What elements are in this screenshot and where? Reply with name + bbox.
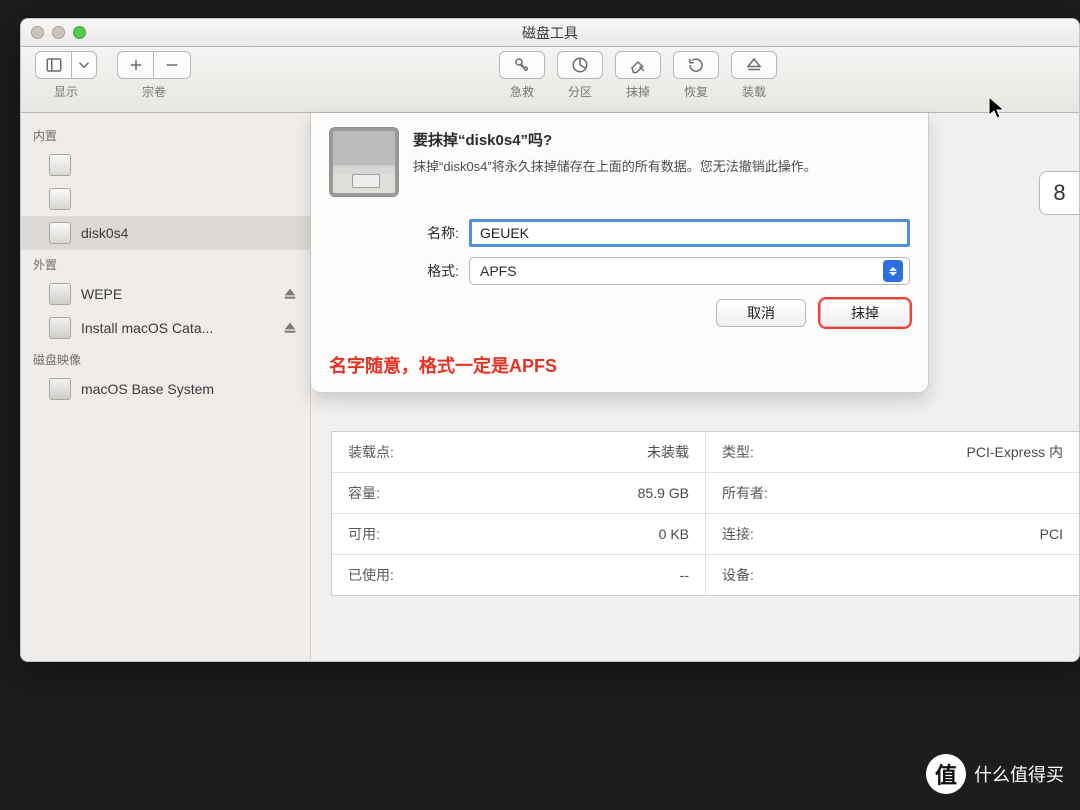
name-input[interactable] bbox=[469, 219, 910, 247]
watermark: 值 什么值得买 bbox=[926, 754, 1064, 794]
sidebar-item-internal-0[interactable] bbox=[21, 148, 310, 182]
chevron-down-icon[interactable] bbox=[72, 52, 96, 78]
minimize-window-button[interactable] bbox=[52, 26, 65, 39]
section-external: 外置 bbox=[21, 250, 310, 277]
detail-key: 装载点: bbox=[348, 442, 394, 462]
sidebar-item-wepe[interactable]: WEPE bbox=[21, 277, 310, 311]
detail-val: PCI bbox=[1040, 526, 1063, 542]
detail-key: 所有者: bbox=[722, 483, 768, 503]
details-table: 装载点: 未装载 类型: PCI-Express 内 容量: 85.9 GB 所有者:… bbox=[331, 431, 1079, 596]
volume-label: 宗卷 bbox=[142, 83, 166, 100]
detail-key: 类型: bbox=[722, 442, 754, 462]
annotation-text: 名字随意，格式一定是APFS bbox=[329, 352, 557, 378]
firstaid-button[interactable] bbox=[499, 51, 545, 79]
erase-confirm-button[interactable]: 抹掉 bbox=[820, 299, 910, 327]
partition-label: 分区 bbox=[568, 83, 592, 100]
format-select[interactable]: APFS bbox=[469, 257, 910, 285]
eject-icon[interactable] bbox=[282, 320, 298, 336]
detail-val: 0 KB bbox=[659, 526, 689, 542]
detail-val: 未装载 bbox=[647, 442, 689, 462]
external-disk-icon bbox=[49, 283, 71, 305]
remove-volume-icon[interactable] bbox=[154, 52, 190, 78]
window-title: 磁盘工具 bbox=[522, 23, 578, 43]
volume-group: 宗卷 bbox=[117, 51, 191, 100]
firstaid-label: 急救 bbox=[510, 83, 534, 100]
hdd-icon bbox=[49, 154, 71, 176]
sidebar-item-label: disk0s4 bbox=[81, 225, 298, 241]
close-window-button[interactable] bbox=[31, 26, 44, 39]
detail-key: 已使用: bbox=[348, 565, 394, 585]
section-images: 磁盘映像 bbox=[21, 345, 310, 372]
view-seg[interactable] bbox=[35, 51, 97, 79]
restore-label: 恢复 bbox=[684, 83, 708, 100]
disk-image-icon bbox=[49, 378, 71, 400]
external-disk-icon bbox=[49, 317, 71, 339]
sidebar-toggle-icon[interactable] bbox=[36, 52, 72, 78]
detail-key: 容量: bbox=[348, 483, 380, 503]
table-row: 可用: 0 KB 连接: PCI bbox=[332, 514, 1079, 555]
restore-button[interactable] bbox=[673, 51, 719, 79]
detail-val: -- bbox=[680, 567, 689, 583]
table-row: 装载点: 未装载 类型: PCI-Express 内 bbox=[332, 432, 1079, 473]
detail-key: 连接: bbox=[722, 524, 754, 544]
sheet-title: 要抹掉“disk0s4”吗? bbox=[413, 129, 817, 150]
add-volume-icon[interactable] bbox=[118, 52, 154, 78]
section-internal: 内置 bbox=[21, 121, 310, 148]
info-button[interactable]: 8 bbox=[1039, 171, 1079, 215]
table-row: 容量: 85.9 GB 所有者: bbox=[332, 473, 1079, 514]
erase-label: 抹掉 bbox=[626, 83, 650, 100]
detail-key: 可用: bbox=[348, 524, 380, 544]
cancel-button[interactable]: 取消 bbox=[716, 299, 806, 327]
hdd-icon bbox=[49, 188, 71, 210]
titlebar: 磁盘工具 bbox=[21, 19, 1079, 47]
updown-icon bbox=[883, 260, 903, 282]
toolbar-center: 急救 分区 抹掉 恢复 装载 bbox=[499, 51, 777, 100]
name-field-label: 名称: bbox=[409, 223, 459, 243]
format-value: APFS bbox=[480, 263, 517, 279]
sidebar-item-label: macOS Base System bbox=[81, 381, 298, 397]
sidebar-item-label: Install macOS Cata... bbox=[81, 320, 272, 336]
mount-label: 装载 bbox=[742, 83, 766, 100]
format-field-label: 格式: bbox=[409, 261, 459, 281]
zoom-window-button[interactable] bbox=[73, 26, 86, 39]
watermark-text: 什么值得买 bbox=[974, 761, 1064, 787]
hard-drive-icon bbox=[329, 127, 399, 197]
sidebar-item-base-system[interactable]: macOS Base System bbox=[21, 372, 310, 406]
erase-button[interactable] bbox=[615, 51, 661, 79]
traffic-lights bbox=[31, 26, 86, 39]
detail-val: 85.9 GB bbox=[638, 485, 689, 501]
detail-key: 设备: bbox=[722, 565, 754, 585]
erase-sheet: 要抹掉“disk0s4”吗? 抹掉“disk0s4”将永久抹掉储存在上面的所有数… bbox=[311, 113, 929, 393]
sidebar-item-disk0s4[interactable]: disk0s4 bbox=[21, 216, 310, 250]
disk-utility-window: 磁盘工具 显示 宗卷 bbox=[20, 18, 1080, 662]
view-label: 显示 bbox=[54, 83, 78, 100]
sidebar-item-install-catalina[interactable]: Install macOS Cata... bbox=[21, 311, 310, 345]
sidebar: 内置 disk0s4 外置 WEPE Install macOS Cata...… bbox=[21, 113, 311, 661]
main-pane: 8 要抹掉“disk0s4”吗? 抹掉“disk0s4”将永久抹掉储存在上面的所… bbox=[311, 113, 1079, 661]
partition-button[interactable] bbox=[557, 51, 603, 79]
hdd-icon bbox=[49, 222, 71, 244]
toolbar: 显示 宗卷 急救 分区 抹掉 恢复 装载 bbox=[21, 47, 1079, 113]
eject-icon[interactable] bbox=[282, 286, 298, 302]
detail-val: PCI-Express 内 bbox=[967, 442, 1063, 462]
view-group: 显示 bbox=[35, 51, 97, 100]
sidebar-item-internal-1[interactable] bbox=[21, 182, 310, 216]
volume-seg[interactable] bbox=[117, 51, 191, 79]
watermark-badge-icon: 值 bbox=[926, 754, 966, 794]
sheet-message: 抹掉“disk0s4”将永久抹掉储存在上面的所有数据。您无法撤销此操作。 bbox=[413, 156, 817, 175]
mount-button[interactable] bbox=[731, 51, 777, 79]
sidebar-item-label: WEPE bbox=[81, 286, 272, 302]
table-row: 已使用: -- 设备: bbox=[332, 555, 1079, 595]
